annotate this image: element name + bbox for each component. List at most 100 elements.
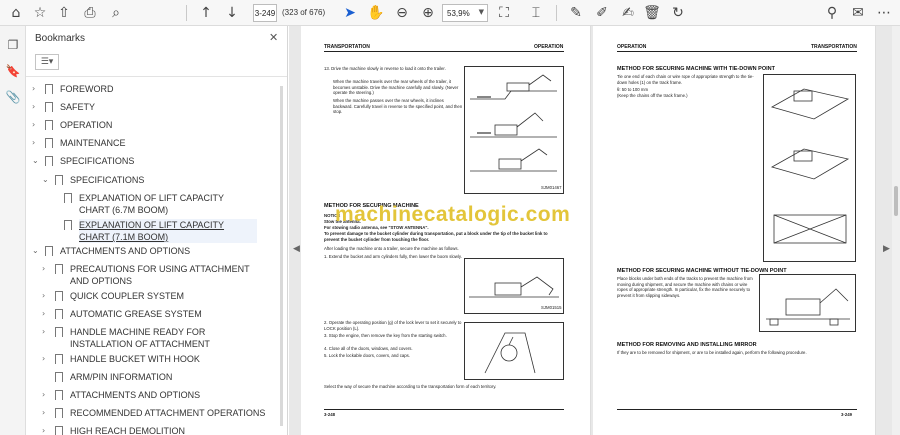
zoom-value: 53,9% xyxy=(447,8,470,18)
zoom-out-icon[interactable]: ⊖ xyxy=(392,3,412,23)
chevron-right-icon[interactable]: › xyxy=(32,101,42,113)
zoom-search-icon[interactable]: ⌕ xyxy=(106,3,126,23)
chevron-right-icon[interactable]: › xyxy=(42,290,52,302)
lock-lever-illustration xyxy=(484,332,536,374)
page-header-right: OPERATION xyxy=(534,44,564,50)
chevron-down-icon[interactable]: ⌄ xyxy=(42,174,52,186)
bookmark-icon xyxy=(53,371,63,383)
page-up-icon[interactable]: ↑ xyxy=(196,3,216,23)
link-icon[interactable]: ⚲ xyxy=(822,3,842,23)
toolbar: ⌂ ☆ ⇧ ⎙ ⌕ ↑ ↓ 3-249 (323 of 676) ➤ ✋ ⊖ ⊕… xyxy=(0,0,900,26)
viewer-scrollbar[interactable] xyxy=(892,26,900,435)
bookmark-icon xyxy=(62,219,72,231)
print-icon[interactable]: ⎙ xyxy=(80,3,100,23)
chevron-right-icon[interactable]: › xyxy=(42,389,52,401)
blocks-figure xyxy=(759,274,856,332)
page-down-icon[interactable]: ↓ xyxy=(222,3,242,23)
collapse-left-icon[interactable]: ◀ xyxy=(293,244,300,254)
footer-rule xyxy=(324,409,564,410)
blocks-illustration xyxy=(766,288,850,326)
bookmark-icon xyxy=(53,389,63,401)
comment-icon[interactable]: ✎ xyxy=(566,3,586,23)
bookmark-label: SAFETY xyxy=(60,102,96,112)
bookmark-icon xyxy=(53,326,63,338)
chevron-right-icon[interactable]: › xyxy=(42,326,52,338)
chevron-down-icon[interactable]: ⌄ xyxy=(32,155,42,167)
signature-icon[interactable]: ✍ xyxy=(618,3,638,23)
notice-line-3: To prevent damage to the bucket cylinder… xyxy=(324,231,548,242)
bookmarks-scrollbar[interactable] xyxy=(280,86,283,426)
bookmark-icon xyxy=(43,155,53,167)
bookmark-icon xyxy=(53,290,63,302)
step-5-text: 5. Lock the lockable doors, covers, and … xyxy=(324,353,410,358)
section-1-note: (Keep the chains off the track frame.) xyxy=(617,93,688,98)
chevron-right-icon[interactable]: › xyxy=(32,119,42,131)
chevron-right-icon[interactable]: › xyxy=(32,137,42,149)
bookmark-label: SPECIFICATIONS xyxy=(70,175,145,185)
highlight-icon[interactable]: ✐ xyxy=(592,3,612,23)
chevron-right-icon[interactable]: › xyxy=(42,353,52,365)
watermark-text: machinecatalogic.com xyxy=(335,203,571,226)
rotate-icon[interactable]: ↻ xyxy=(668,3,688,23)
pdf-page-left: TRANSPORTATION OPERATION 13. Drive the m… xyxy=(301,26,591,435)
zoom-select[interactable]: 53,9% ▼ xyxy=(442,4,488,22)
pdf-page-right: OPERATION TRANSPORTATION METHOD FOR SECU… xyxy=(593,26,876,435)
bookmark-label: QUICK COUPLER SYSTEM xyxy=(70,291,185,301)
home-icon[interactable]: ⌂ xyxy=(6,3,26,23)
page-count: (323 of 676) xyxy=(282,8,326,17)
star-icon[interactable]: ☆ xyxy=(30,3,50,23)
figure-code: SJM01515 xyxy=(541,305,562,310)
select-cursor-icon[interactable]: ➤ xyxy=(340,3,360,23)
chevron-right-icon[interactable]: › xyxy=(42,425,52,435)
bookmark-label: HANDLE BUCKET WITH HOOK xyxy=(70,354,200,364)
document-viewer: ◀ ▶ TRANSPORTATION OPERATION 13. Drive t… xyxy=(289,26,900,435)
bookmark-label: HANDLE MACHINE READY FOR INSTALLATION OF… xyxy=(70,327,210,349)
chevron-down-icon: ▼ xyxy=(478,8,484,16)
bookmark-label: AUTOMATIC GREASE SYSTEM xyxy=(70,309,202,319)
bookmark-icon xyxy=(53,263,63,275)
collapse-right-icon[interactable]: ▶ xyxy=(883,244,890,254)
trailer-loading-illustration xyxy=(470,74,557,172)
scrollbar-thumb[interactable] xyxy=(894,186,898,216)
bookmark-icon xyxy=(43,83,53,95)
tie-down-illustration xyxy=(770,88,850,244)
step-13-text: 13. Drive the machine slowly in reverse … xyxy=(324,66,446,71)
bookmarks-title: Bookmarks xyxy=(35,33,86,44)
more-icon[interactable]: ⋯ xyxy=(874,3,894,23)
bookmark-icon xyxy=(43,119,53,131)
divider xyxy=(26,76,287,77)
header-rule xyxy=(617,51,857,52)
chevron-right-icon[interactable]: › xyxy=(42,263,52,275)
page-number-input[interactable]: 3-249 xyxy=(253,4,277,22)
section-3-text: If they are to be removed for shipment, … xyxy=(617,350,807,355)
close-icon[interactable]: ✕ xyxy=(269,31,278,44)
section-1-angle: θ: 50 to 100 mm xyxy=(617,87,649,92)
section-heading-1: METHOD FOR SECURING MACHINE WITH TIE-DOW… xyxy=(617,66,775,72)
section-heading-3: METHOD FOR REMOVING AND INSTALLING MIRRO… xyxy=(617,342,757,348)
bookmark-icon xyxy=(53,407,63,419)
email-icon[interactable]: ✉ xyxy=(848,3,868,23)
bookmark-label: PRECAUTIONS FOR USING ATTACHMENT AND OPT… xyxy=(70,264,250,286)
chevron-right-icon[interactable]: › xyxy=(42,407,52,419)
upload-icon[interactable]: ⇧ xyxy=(54,3,74,23)
step-4-text: 4. Close all of the doors, windows, and … xyxy=(324,346,413,351)
loading-figure: SJM01467 xyxy=(464,66,564,194)
bookmark-options-button[interactable]: ☰▾ xyxy=(35,54,59,70)
navigation-rail: ❐ 🔖 📎 xyxy=(0,26,26,435)
chevron-down-icon[interactable]: ⌄ xyxy=(32,245,42,257)
bookmarks-panel: Bookmarks ✕ ☰▾ › FOREWORD › SAFETY › OPE… xyxy=(26,26,288,435)
bookmark-label: HIGH REACH DEMOLITION xyxy=(70,426,186,435)
text-select-icon[interactable]: ⌶ xyxy=(526,3,546,23)
bookmark-icon xyxy=(43,137,53,149)
bookmark-icon[interactable]: 🔖 xyxy=(4,62,22,80)
delete-icon[interactable]: 🗑 xyxy=(642,3,662,23)
chevron-right-icon[interactable]: › xyxy=(32,83,42,95)
bookmark-label: SPECIFICATIONS xyxy=(60,156,135,166)
attachment-icon[interactable]: 📎 xyxy=(4,88,22,106)
bookmark-label: ARM/PIN INFORMATION xyxy=(70,372,173,382)
chevron-right-icon[interactable]: › xyxy=(42,308,52,320)
hand-icon[interactable]: ✋ xyxy=(366,3,386,23)
page-thumbnails-icon[interactable]: ❐ xyxy=(4,36,22,54)
zoom-in-icon[interactable]: ⊕ xyxy=(418,3,438,23)
fit-page-icon[interactable]: ⛶ xyxy=(494,3,514,23)
